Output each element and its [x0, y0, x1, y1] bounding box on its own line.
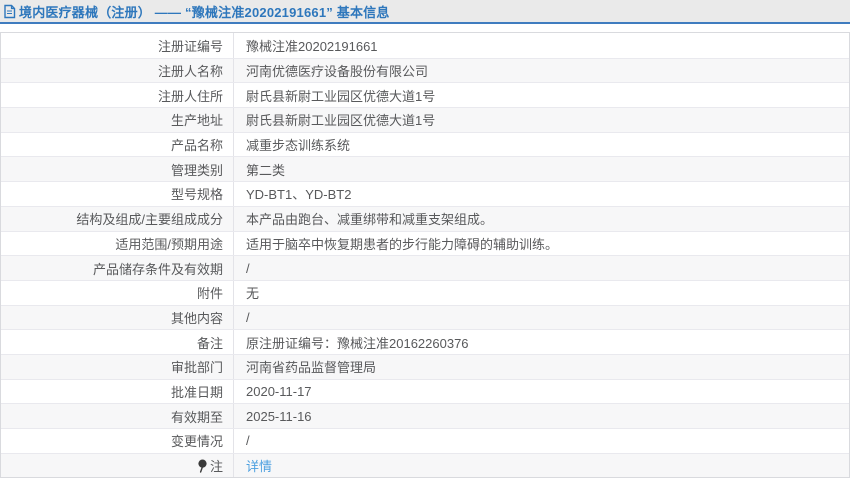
row-label: 适用范围/预期用途 [1, 231, 234, 256]
row-label: 生产地址 [1, 108, 234, 132]
spacer [0, 24, 850, 32]
note-label-text: 注 [209, 459, 223, 475]
table-row: 管理类别 第二类 [1, 156, 849, 182]
detail-link[interactable]: 详情 [246, 456, 272, 475]
row-value: 尉氏县新尉工业园区优德大道1号 [246, 88, 436, 104]
row-label: 产品名称 [1, 132, 234, 157]
table-row: 变更情况 / [1, 428, 849, 453]
page-title: 境内医疗器械（注册） —— “豫械注准20202191661” 基本信息 [19, 4, 390, 20]
pin-icon [197, 459, 208, 473]
row-label: 型号规格 [1, 182, 234, 206]
row-value-note: 详情 [234, 454, 849, 478]
table-row: 其他内容 / [1, 304, 849, 330]
table-row: 审批部门 河南省药品监督管理局 [1, 353, 849, 379]
row-label: 备注 [1, 330, 234, 354]
row-label: 审批部门 [1, 354, 234, 379]
table-row: 批准日期 2020-11-17 [1, 378, 849, 404]
table-row: 结构及组成/主要组成成分 本产品由跑台、减重绑带和减重支架组成。 [1, 205, 849, 231]
row-label: 注册人名称 [1, 58, 234, 83]
table-row: 产品名称 减重步态训练系统 [1, 131, 849, 157]
row-label-note: 注 [1, 453, 234, 478]
row-value: 2020-11-17 [246, 383, 312, 399]
table-row: 备注 原注册证编号：豫械注准20162260376 [1, 329, 849, 354]
table-row: 注册人名称 河南优德医疗设备股份有限公司 [1, 57, 849, 83]
row-value: 适用于脑卒中恢复期患者的步行能力障碍的辅助训练。 [246, 236, 559, 252]
table-row: 生产地址 尉氏县新尉工业园区优德大道1号 [1, 107, 849, 132]
row-value: 第二类 [246, 162, 286, 178]
document-icon [3, 4, 16, 19]
table-row: 产品储存条件及有效期 / [1, 255, 849, 280]
row-value: 豫械注准20202191661 [246, 38, 378, 54]
row-value: 减重步态训练系统 [246, 138, 351, 154]
row-value: 无 [246, 286, 260, 302]
row-label: 注册人住所 [1, 83, 234, 108]
row-value: / [246, 309, 250, 325]
row-value: 本产品由跑台、减重绑带和减重支架组成。 [246, 212, 494, 228]
info-table: 注册证编号 豫械注准20202191661 注册人名称 河南优德医疗设备股份有限… [0, 32, 850, 479]
row-value: / [246, 260, 250, 276]
row-value: 河南省药品监督管理局 [246, 360, 377, 376]
row-value: 2025-11-16 [246, 408, 312, 424]
row-label: 产品储存条件及有效期 [1, 256, 234, 280]
table-row: 注册人住所 尉氏县新尉工业园区优德大道1号 [1, 82, 849, 108]
title-bar: 境内医疗器械（注册） —— “豫械注准20202191661” 基本信息 [0, 0, 850, 24]
table-row: 适用范围/预期用途 适用于脑卒中恢复期患者的步行能力障碍的辅助训练。 [1, 230, 849, 256]
table-row-note: 注 详情 [1, 452, 849, 478]
table-row: 型号规格 YD-BT1、YD-BT2 [1, 181, 849, 206]
table-row: 附件 无 [1, 279, 849, 305]
row-label: 结构及组成/主要组成成分 [1, 206, 234, 231]
table-row: 有效期至 2025-11-16 [1, 403, 849, 428]
row-value: YD-BT1、YD-BT2 [246, 187, 352, 203]
row-label: 变更情况 [1, 429, 234, 453]
row-value: 尉氏县新尉工业园区优德大道1号 [246, 113, 436, 129]
row-label: 批准日期 [1, 379, 234, 404]
row-label: 管理类别 [1, 157, 234, 182]
row-label: 有效期至 [1, 404, 234, 428]
row-value: 原注册证编号：豫械注准20162260376 [246, 335, 469, 351]
table-row: 注册证编号 豫械注准20202191661 [1, 33, 849, 58]
row-label: 附件 [1, 280, 234, 305]
row-value: 河南优德医疗设备股份有限公司 [246, 64, 429, 80]
row-label: 其他内容 [1, 305, 234, 330]
row-value: / [246, 433, 250, 449]
row-label: 注册证编号 [1, 33, 234, 58]
